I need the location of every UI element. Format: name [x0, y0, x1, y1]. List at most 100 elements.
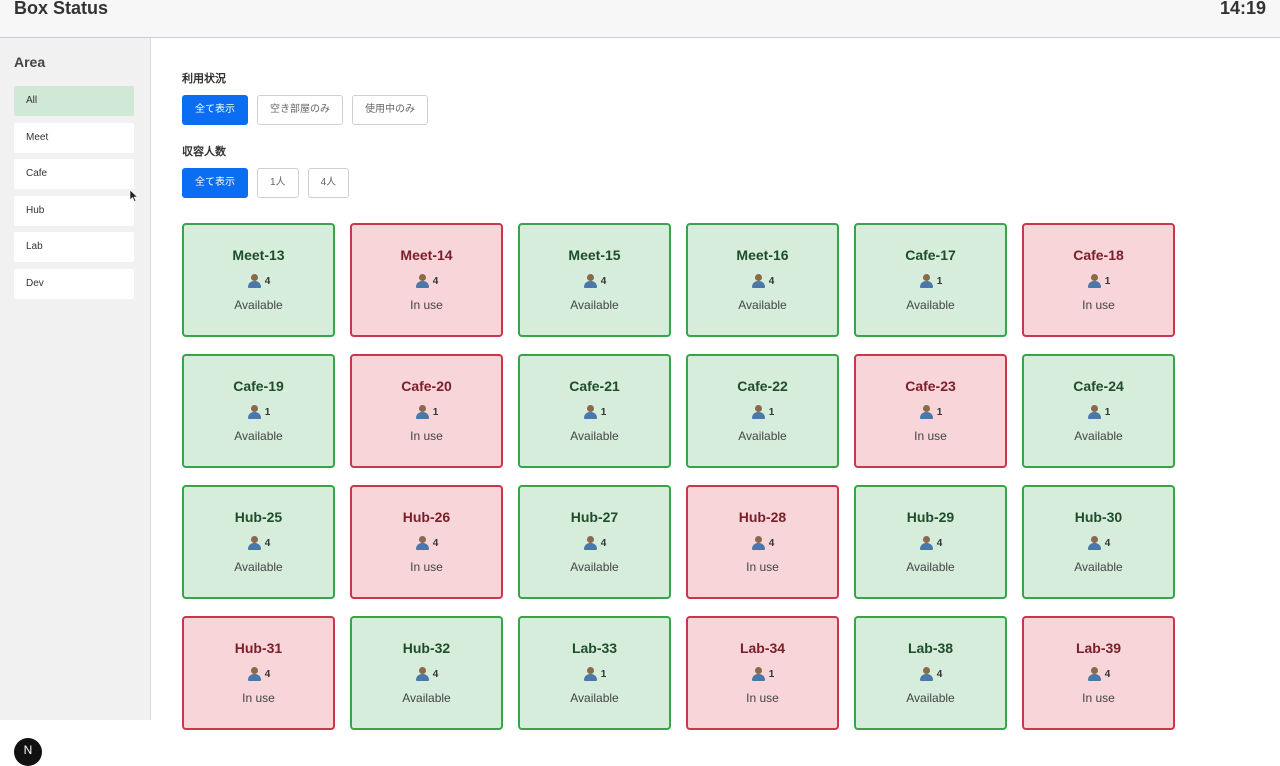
person-icon: [583, 536, 597, 550]
room-status: In use: [410, 429, 443, 443]
room-capacity: 4: [688, 274, 837, 288]
person-icon: [415, 274, 429, 288]
room-capacity: 4: [856, 667, 1005, 681]
usage-filter-in-use[interactable]: 使用中のみ: [352, 95, 428, 125]
area-item-hub[interactable]: Hub: [14, 195, 134, 226]
clock: 14:19: [1219, 0, 1266, 18]
room-capacity-value: 4: [600, 537, 607, 549]
room-card[interactable]: Meet-13 4 Available: [182, 223, 335, 337]
usage-filter-all[interactable]: 全て表示: [182, 95, 248, 125]
room-card[interactable]: Lab-38 4 Available: [854, 616, 1007, 730]
room-card[interactable]: Cafe-23 1 In use: [854, 354, 1007, 468]
room-capacity: 1: [688, 405, 837, 419]
person-icon: [751, 536, 765, 550]
area-item-meet[interactable]: Meet: [14, 122, 134, 153]
room-capacity: 1: [1024, 274, 1173, 288]
room-card[interactable]: Meet-16 4 Available: [686, 223, 839, 337]
person-icon: [1087, 274, 1101, 288]
room-card[interactable]: Cafe-20 1 In use: [350, 354, 503, 468]
capacity-filter-1[interactable]: 1人: [257, 168, 299, 198]
room-status: Available: [906, 560, 955, 574]
usage-filter-label: 利用状況: [182, 73, 226, 85]
main-content: 利用状況 全て表示 空き部屋のみ 使用中のみ 収容人数 全て表示 1人 4人 M…: [152, 38, 1280, 730]
room-capacity: 4: [1024, 667, 1173, 681]
person-icon: [415, 536, 429, 550]
person-icon: [751, 274, 765, 288]
room-status: In use: [410, 560, 443, 574]
room-card[interactable]: Cafe-18 1 In use: [1022, 223, 1175, 337]
room-name: Cafe-17: [905, 247, 956, 263]
room-capacity-value: 1: [1104, 406, 1111, 418]
room-card[interactable]: Cafe-17 1 Available: [854, 223, 1007, 337]
room-card[interactable]: Cafe-24 1 Available: [1022, 354, 1175, 468]
room-capacity: 4: [856, 536, 1005, 550]
room-card[interactable]: Cafe-21 1 Available: [518, 354, 671, 468]
room-status: In use: [242, 691, 275, 705]
room-capacity: 4: [184, 274, 333, 288]
room-card[interactable]: Lab-33 1 Available: [518, 616, 671, 730]
usage-filter-vacant[interactable]: 空き部屋のみ: [257, 95, 343, 125]
top-bar: Box Status 14:19: [0, 0, 1280, 38]
room-name: Hub-26: [402, 509, 451, 525]
room-card[interactable]: Hub-32 4 Available: [350, 616, 503, 730]
room-capacity: 4: [352, 667, 501, 681]
room-card[interactable]: Lab-39 4 In use: [1022, 616, 1175, 730]
room-capacity-value: 4: [264, 537, 271, 549]
room-capacity-value: 4: [936, 668, 943, 680]
room-card[interactable]: Cafe-19 1 Available: [182, 354, 335, 468]
room-status: Available: [570, 429, 619, 443]
room-card[interactable]: Hub-28 4 In use: [686, 485, 839, 599]
room-card[interactable]: Hub-26 4 In use: [350, 485, 503, 599]
room-card[interactable]: Hub-30 4 Available: [1022, 485, 1175, 599]
room-name: Cafe-18: [1073, 247, 1124, 263]
room-card[interactable]: Hub-29 4 Available: [854, 485, 1007, 599]
person-icon: [919, 405, 933, 419]
area-item-lab[interactable]: Lab: [14, 232, 134, 263]
capacity-filter-all[interactable]: 全て表示: [182, 168, 248, 198]
area-item-dev[interactable]: Dev: [14, 268, 134, 299]
room-name: Lab-34: [739, 640, 786, 656]
area-list: All Meet Cafe Hub Lab Dev: [14, 86, 134, 306]
room-capacity: 1: [520, 667, 669, 681]
room-capacity-value: 4: [432, 275, 439, 287]
room-capacity-value: 1: [264, 406, 271, 418]
room-card[interactable]: Meet-15 4 Available: [518, 223, 671, 337]
room-name: Hub-25: [234, 509, 283, 525]
room-capacity-value: 4: [432, 668, 439, 680]
room-name: Meet-16: [736, 247, 789, 263]
room-status: Available: [570, 560, 619, 574]
person-icon: [583, 405, 597, 419]
room-capacity: 4: [352, 274, 501, 288]
room-card[interactable]: Hub-27 4 Available: [518, 485, 671, 599]
room-capacity-value: 4: [264, 668, 271, 680]
room-capacity: 4: [520, 274, 669, 288]
person-icon: [919, 536, 933, 550]
room-card[interactable]: Cafe-22 1 Available: [686, 354, 839, 468]
room-card[interactable]: Hub-25 4 Available: [182, 485, 335, 599]
capacity-filter-4[interactable]: 4人: [307, 168, 350, 198]
room-status: Available: [738, 298, 787, 312]
room-capacity-value: 1: [600, 406, 607, 418]
room-status: In use: [410, 298, 443, 312]
room-capacity-value: 1: [936, 275, 943, 287]
room-name: Cafe-24: [1073, 378, 1124, 394]
person-icon: [919, 667, 933, 681]
room-capacity-value: 4: [1104, 668, 1111, 680]
room-status: Available: [906, 691, 955, 705]
room-card[interactable]: Meet-14 4 In use: [350, 223, 503, 337]
room-capacity: 1: [688, 667, 837, 681]
room-capacity: 4: [1024, 536, 1173, 550]
room-card[interactable]: Lab-34 1 In use: [686, 616, 839, 730]
person-icon: [583, 274, 597, 288]
room-capacity: 4: [352, 536, 501, 550]
area-item-all[interactable]: All: [14, 86, 134, 116]
room-capacity: 1: [352, 405, 501, 419]
room-status: Available: [234, 560, 283, 574]
area-item-cafe[interactable]: Cafe: [14, 159, 134, 190]
room-card[interactable]: Hub-31 4 In use: [182, 616, 335, 730]
room-capacity: 1: [184, 405, 333, 419]
room-name: Meet-14: [400, 247, 453, 263]
dev-badge[interactable]: N: [14, 738, 42, 766]
room-name: Cafe-22: [737, 378, 788, 394]
room-capacity-value: 1: [1104, 275, 1111, 287]
